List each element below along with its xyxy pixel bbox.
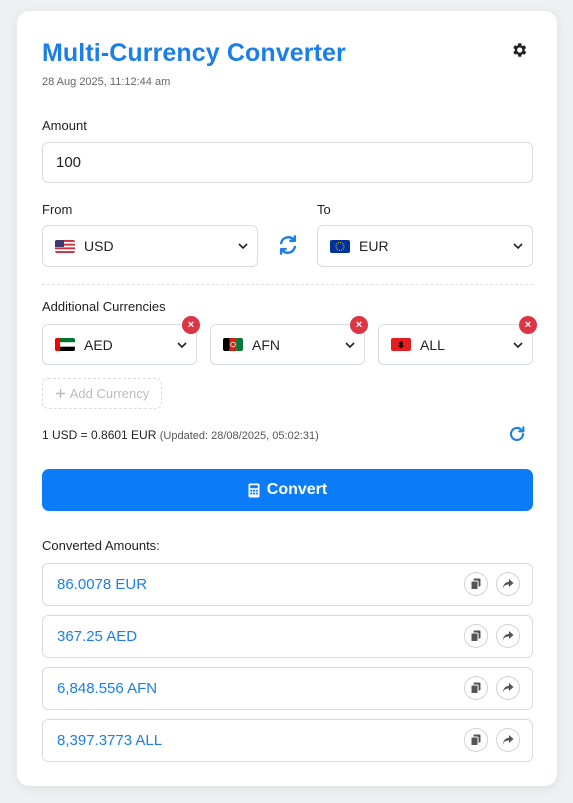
copy-icon <box>470 630 481 642</box>
converted-amounts-label: Converted Amounts: <box>42 538 160 553</box>
gear-icon[interactable] <box>510 41 528 59</box>
result-value: 367.25 AED <box>57 628 138 645</box>
share-icon <box>502 683 514 693</box>
add-currency-label: Add Currency <box>69 386 150 401</box>
to-currency-code: EUR <box>359 238 389 254</box>
copy-button[interactable] <box>464 572 488 596</box>
convert-button[interactable]: Convert <box>42 469 533 511</box>
result-row: 86.0078 EUR <box>42 563 533 606</box>
us-flag-icon <box>55 239 75 253</box>
remove-currency-button[interactable]: × <box>519 316 537 334</box>
to-currency-select[interactable]: EUR <box>317 225 533 267</box>
copy-icon <box>470 578 481 590</box>
add-currency-button[interactable]: Add Currency <box>42 378 162 409</box>
share-button[interactable] <box>496 624 520 648</box>
from-currency-code: USD <box>84 238 114 254</box>
plus-icon <box>55 389 65 398</box>
additional-currency-select-afn[interactable]: AFN <box>210 324 365 365</box>
result-value: 8,397.3773 ALL <box>57 732 163 749</box>
convert-label: Convert <box>266 481 328 498</box>
converter-card: Multi-Currency Converter 28 Aug 2025, 11… <box>17 11 557 786</box>
copy-icon <box>470 734 481 746</box>
additional-currencies-label: Additional Currencies <box>42 299 166 314</box>
copy-button[interactable] <box>464 728 488 752</box>
af-flag-icon <box>223 338 243 351</box>
chevron-down-icon <box>513 341 523 348</box>
chevron-down-icon <box>238 243 248 250</box>
swap-icon[interactable] <box>277 234 299 256</box>
additional-currency-code: AED <box>84 336 113 353</box>
amount-label: Amount <box>42 118 87 133</box>
calculator-icon <box>248 483 260 497</box>
chevron-down-icon <box>345 341 355 348</box>
result-value: 86.0078 EUR <box>57 576 148 593</box>
refresh-icon[interactable] <box>508 425 526 443</box>
share-icon <box>502 631 514 641</box>
share-button[interactable] <box>496 676 520 700</box>
copy-icon <box>470 682 481 694</box>
eu-flag-icon <box>330 239 350 253</box>
additional-currency-code: ALL <box>420 336 445 353</box>
timestamp: 28 Aug 2025, 11:12:44 am <box>42 76 171 88</box>
share-icon <box>502 735 514 745</box>
copy-button[interactable] <box>464 624 488 648</box>
section-divider <box>42 284 533 285</box>
result-row: 367.25 AED <box>42 615 533 658</box>
from-label: From <box>42 202 73 217</box>
al-flag-icon <box>391 338 411 351</box>
amount-input[interactable] <box>42 142 533 183</box>
share-button[interactable] <box>496 572 520 596</box>
copy-button[interactable] <box>464 676 488 700</box>
to-label: To <box>317 202 331 217</box>
exchange-rate-text: 1 USD = 0.8601 EUR <box>42 428 157 442</box>
result-value: 6,848.556 AFN <box>57 680 158 697</box>
additional-currency-select-all[interactable]: ALL <box>378 324 533 365</box>
additional-currency-code: AFN <box>252 336 280 353</box>
result-row: 6,848.556 AFN <box>42 667 533 710</box>
remove-currency-button[interactable]: × <box>350 316 368 334</box>
chevron-down-icon <box>513 243 523 250</box>
remove-currency-button[interactable]: × <box>182 316 200 334</box>
chevron-down-icon <box>177 341 187 348</box>
rate-updated-text: (Updated: 28/08/2025, 05:02:31) <box>159 430 319 442</box>
exchange-rate: 1 USD = 0.8601 EUR (Updated: 28/08/2025,… <box>42 428 319 442</box>
result-row: 8,397.3773 ALL <box>42 719 533 762</box>
share-icon <box>502 579 514 589</box>
additional-currency-select-aed[interactable]: AED <box>42 324 197 365</box>
ae-flag-icon <box>55 338 75 351</box>
page-title: Multi-Currency Converter <box>42 39 346 67</box>
from-currency-select[interactable]: USD <box>42 225 258 267</box>
share-button[interactable] <box>496 728 520 752</box>
